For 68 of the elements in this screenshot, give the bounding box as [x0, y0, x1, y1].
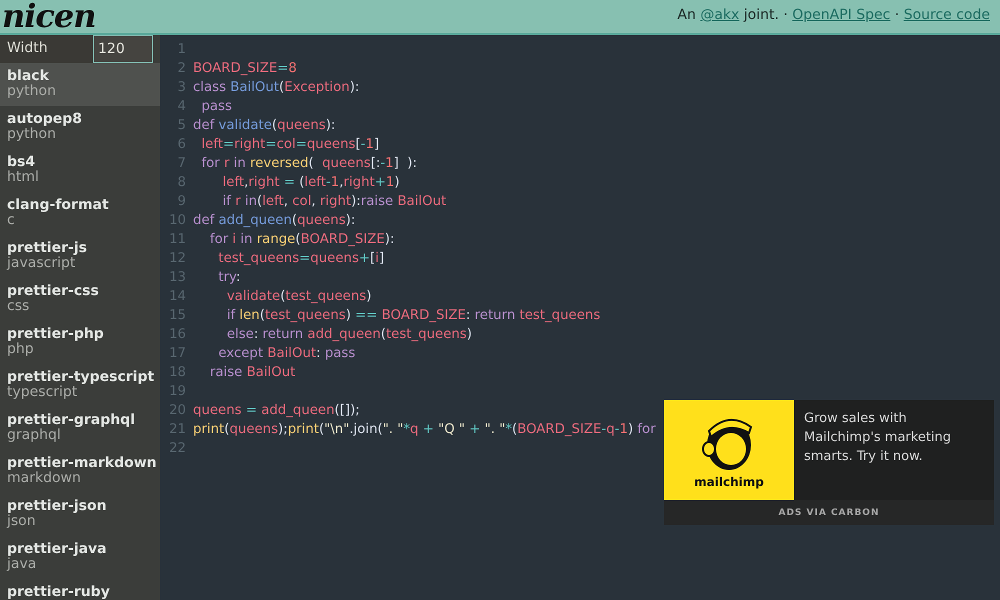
- formatter-item[interactable]: prettier-java java: [0, 536, 160, 579]
- formatter-item[interactable]: autopep8 python: [0, 106, 160, 149]
- formatter-language: java: [7, 557, 38, 572]
- ad-footer[interactable]: ADS VIA CARBON: [778, 508, 880, 518]
- formatter-item[interactable]: bs4 html: [0, 149, 160, 192]
- formatter-language: graphql: [7, 428, 62, 443]
- formatter-item[interactable]: clang-format c: [0, 192, 160, 235]
- ad-logo[interactable]: mailchimp: [664, 400, 794, 500]
- logo: nicen: [1, 0, 96, 34]
- code-line: try:: [217, 269, 240, 287]
- code-line: for i in range(BOARD_SIZE):: [208, 231, 394, 249]
- code-line: left,right = (left-1,right+1): [222, 174, 400, 192]
- formatter-name: prettier-typescript: [7, 369, 153, 385]
- formatter-name: prettier-php: [7, 326, 105, 342]
- formatter-item[interactable]: black python: [0, 63, 160, 106]
- code-line: def validate(queens):: [193, 117, 336, 135]
- formatter-name: bs4: [7, 154, 36, 170]
- formatter-item[interactable]: prettier-typescript typescript: [0, 364, 160, 407]
- brand-name: mailchimp: [694, 475, 764, 489]
- formatter-name: prettier-java: [7, 541, 108, 557]
- code-line: pass: [200, 98, 232, 116]
- code-line: validate(test_queens): [226, 288, 372, 306]
- formatter-language: markdown: [7, 471, 82, 486]
- credit-text: An: [677, 7, 697, 23]
- ad-text[interactable]: Grow sales with Mailchimp's marketing smarts. Try it now.: [794, 400, 994, 500]
- formatter-language: html: [7, 170, 40, 185]
- formatter-language: python: [7, 127, 57, 142]
- formatter-language: javascript: [7, 256, 76, 271]
- formatter-name: autopep8: [7, 111, 84, 127]
- formatter-name: prettier-json: [7, 498, 108, 514]
- formatter-name: clang-format: [7, 197, 110, 213]
- formatter-item[interactable]: prettier-php php: [0, 321, 160, 364]
- formatter-name: prettier-js: [7, 240, 88, 256]
- code-line: except BailOut: pass: [217, 345, 356, 363]
- code-line: if len(test_queens) == BOARD_SIZE: return test_queens: [226, 307, 600, 325]
- formatter-language: typescript: [7, 385, 78, 400]
- separator: ·: [782, 7, 789, 23]
- formatter-item[interactable]: prettier-json json: [0, 493, 160, 536]
- formatter-item[interactable]: prettier-graphql graphql: [0, 407, 160, 450]
- code-line: else: return add_queen(test_queens): [226, 326, 472, 344]
- formatter-item[interactable]: prettier-js javascript: [0, 235, 160, 278]
- formatter-item[interactable]: prettier-ruby: [0, 579, 160, 600]
- code-line: left=right=col=queens[-1]: [200, 136, 380, 154]
- code-line: print(queens);print("\n".join(". "*q + "Q " + ". "*(BOARD_SIZE-q-1) for: [193, 421, 656, 439]
- formatter-item[interactable]: prettier-css css: [0, 278, 160, 321]
- separator: ·: [894, 7, 900, 23]
- formatter-name: black: [7, 68, 50, 84]
- width-label: Width: [0, 35, 93, 63]
- formatter-name: prettier-css: [7, 283, 100, 299]
- code-line: test_queens=queens+[i]: [217, 250, 384, 268]
- formatter-name: prettier-markdown: [7, 455, 153, 471]
- formatter-item[interactable]: prettier-markdown markdown: [0, 450, 160, 493]
- formatter-language: json: [7, 514, 37, 529]
- code-line: class BailOut(Exception):: [193, 79, 360, 97]
- formatter-name: prettier-graphql: [7, 412, 136, 428]
- code-line: BOARD_SIZE=8: [193, 60, 297, 78]
- formatter-language: python: [7, 84, 57, 99]
- formatter-language: css: [7, 299, 30, 314]
- code-line: for r in reversed( queens[:-1] ):: [200, 155, 417, 173]
- code-line: queens = add_queen([]);: [193, 402, 360, 420]
- formatter-name: prettier-ruby: [7, 584, 111, 600]
- code-line: raise BailOut: [208, 364, 296, 382]
- credit-text: joint.: [742, 7, 779, 23]
- width-input[interactable]: 120: [93, 35, 153, 63]
- formatter-language: c: [7, 213, 16, 228]
- code-line: def add_queen(queens):: [193, 212, 356, 230]
- formatter-language: php: [7, 342, 35, 357]
- code-line: if r in(left, col, right):raise BailOut: [222, 193, 446, 211]
